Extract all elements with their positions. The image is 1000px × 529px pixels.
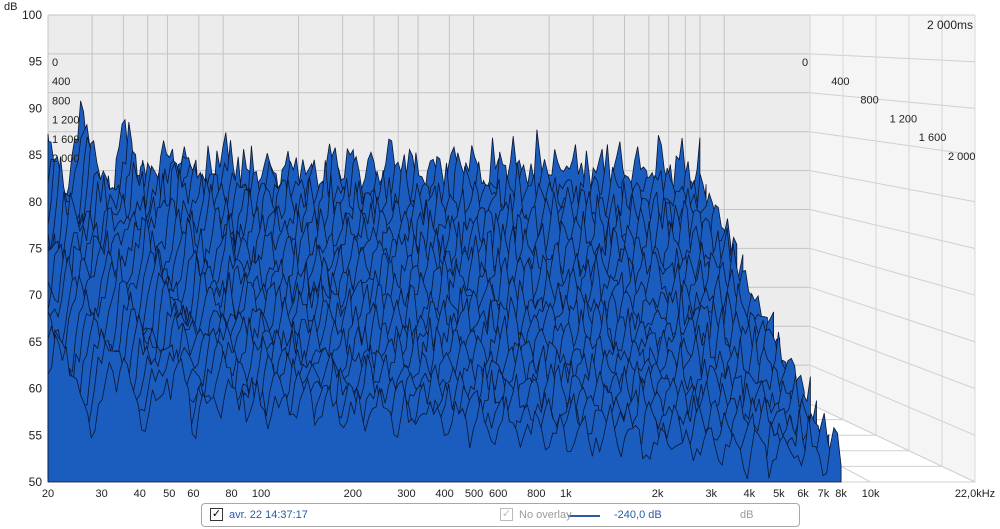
x-tick-label: 50 — [163, 488, 175, 500]
time-axis-label: 2 000ms — [927, 18, 973, 32]
series-line-swatch — [568, 515, 600, 517]
time-tick-label-left: 0 — [52, 57, 58, 69]
y-axis-label: dB — [4, 1, 17, 13]
y-tick-label: 85 — [29, 148, 43, 162]
y-tick-label: 95 — [29, 55, 43, 69]
time-tick-label-right: 400 — [831, 76, 849, 88]
measurement-date-label: avr. 22 14:37:17 — [229, 509, 308, 521]
threshold-label: -240,0 dB — [614, 509, 662, 521]
y-tick-label: 75 — [29, 242, 43, 256]
unit-label: dB — [740, 509, 754, 521]
x-tick-label: 100 — [252, 488, 270, 500]
x-tick-label: 3k — [705, 488, 717, 500]
time-tick-label-left: 400 — [52, 76, 70, 88]
time-tick-label-right: 1 200 — [890, 113, 918, 125]
x-tick-label: 1k — [560, 488, 572, 500]
x-tick-label: 7k — [818, 488, 830, 500]
legend-bar: ✓ avr. 22 14:37:17 -240,0 dB ✓ No overla… — [201, 503, 800, 527]
y-tick-label: 65 — [29, 335, 43, 349]
y-tick-label: 55 — [29, 428, 43, 442]
x-tick-label: 2k — [652, 488, 664, 500]
x-tick-label: 600 — [489, 488, 507, 500]
x-tick-label: 8k — [835, 488, 847, 500]
x-tick-label: 4k — [744, 488, 756, 500]
x-tick-label: 200 — [344, 488, 362, 500]
measurement-checkbox[interactable]: ✓ — [210, 508, 223, 521]
y-tick-label: 80 — [29, 195, 43, 209]
time-tick-label-right: 800 — [860, 95, 878, 107]
x-tick-label: 300 — [397, 488, 415, 500]
x-tick-label: 80 — [225, 488, 237, 500]
waterfall-plot: 50 55 60 65 70 75 80 85 90 95 100 dB 20 30 40 50 60 80 100… — [0, 0, 1000, 500]
x-tick-label: 400 — [435, 488, 453, 500]
overlay-label: No overlay — [519, 509, 572, 521]
time-tick-label-left: 1 200 — [52, 115, 80, 127]
x-tick-label: 6k — [797, 488, 809, 500]
time-tick-label-left: 2 000 — [52, 153, 80, 165]
x-tick-label: 60 — [187, 488, 199, 500]
time-tick-label-right: 0 — [802, 57, 808, 69]
overlay-checkbox[interactable]: ✓ — [500, 508, 513, 521]
x-tick-label: 800 — [527, 488, 545, 500]
x-tick-label: 10k — [862, 488, 880, 500]
x-tick-label: 40 — [134, 488, 146, 500]
time-tick-label-right: 1 600 — [919, 132, 947, 144]
y-tick-label: 70 — [29, 288, 43, 302]
time-tick-label-left: 1 600 — [52, 134, 80, 146]
x-tick-label: 22,0kHz — [955, 488, 995, 500]
x-tick-label: 20 — [42, 488, 54, 500]
x-tick-label: 5k — [773, 488, 785, 500]
y-tick-label: 60 — [29, 382, 43, 396]
y-tick-label: 50 — [29, 475, 43, 489]
y-tick-label: 90 — [29, 101, 43, 115]
time-tick-label-left: 800 — [52, 95, 70, 107]
time-tick-label-right: 2 000 — [948, 151, 976, 163]
x-tick-label: 30 — [96, 488, 108, 500]
y-tick-label: 100 — [22, 8, 42, 22]
x-tick-label: 500 — [465, 488, 483, 500]
